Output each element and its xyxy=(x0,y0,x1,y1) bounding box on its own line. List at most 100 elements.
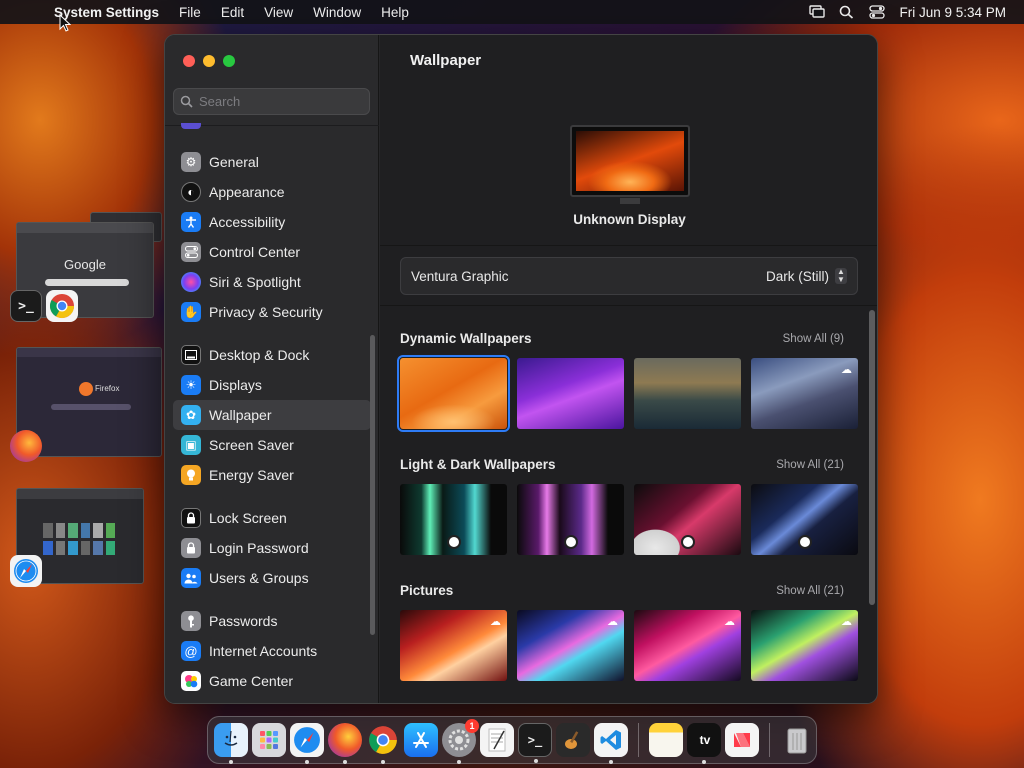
accessibility-icon xyxy=(181,212,201,232)
separator xyxy=(380,245,877,246)
zoom-button[interactable] xyxy=(223,55,235,67)
wallpaper-tile[interactable] xyxy=(634,358,741,429)
appearance-mode-value: Dark (Still) xyxy=(766,268,829,284)
at-icon: @ xyxy=(181,641,201,661)
sidebar-item-label: Internet Accounts xyxy=(209,643,318,659)
sidebar-item-desktop-dock[interactable]: Desktop & Dock xyxy=(173,340,371,370)
notes-icon[interactable] xyxy=(649,723,683,757)
wallpaper-tile[interactable]: ☁ xyxy=(517,610,624,681)
safari-dock-icon[interactable] xyxy=(290,723,324,764)
control-center-icon[interactable] xyxy=(869,5,886,19)
search-icon xyxy=(180,95,193,108)
wallpaper-tile[interactable] xyxy=(517,484,624,555)
menu-file[interactable]: File xyxy=(169,5,211,20)
thumbnail-tabbar xyxy=(17,489,143,499)
sidebar-item-label: Displays xyxy=(209,377,262,393)
section-title: Light & Dark Wallpapers xyxy=(400,457,556,472)
trash-icon[interactable] xyxy=(780,723,814,757)
displays-icon: ☀ xyxy=(181,375,201,395)
sidebar-item-lock-screen[interactable]: Lock Screen xyxy=(173,503,371,533)
sidebar-item-passwords[interactable]: Passwords xyxy=(173,606,371,636)
wallpaper-tile[interactable]: ☁ xyxy=(751,358,858,429)
chrome-dock-icon[interactable] xyxy=(366,723,400,764)
chrome-app-icon[interactable] xyxy=(46,290,78,322)
sidebar-item-label: Wallpaper xyxy=(209,407,272,423)
wallpaper-tile[interactable] xyxy=(400,484,507,555)
wallpaper-tile[interactable] xyxy=(517,358,624,429)
sidebar-item-accessibility[interactable]: Accessibility xyxy=(173,207,371,237)
firefox-dock-icon[interactable] xyxy=(328,723,362,764)
menu-help[interactable]: Help xyxy=(371,5,419,20)
search-input[interactable] xyxy=(199,94,359,109)
menu-window[interactable]: Window xyxy=(303,5,371,20)
game-center-icon xyxy=(181,671,201,691)
sidebar-item-label: Passwords xyxy=(209,613,278,629)
minimize-button[interactable] xyxy=(203,55,215,67)
garageband-icon[interactable] xyxy=(556,723,590,757)
menu-clock[interactable]: Fri Jun 9 5:34 PM xyxy=(899,5,1006,20)
news-icon[interactable] xyxy=(725,723,759,757)
system-settings-dock-icon[interactable]: 1 xyxy=(442,719,479,764)
sidebar-item-label: General xyxy=(209,154,259,170)
sidebar-item-siri-spotlight[interactable]: Siri & Spotlight xyxy=(173,267,371,297)
finder-icon[interactable] xyxy=(214,723,248,764)
launchpad-icon[interactable] xyxy=(252,723,286,757)
users-icon xyxy=(181,568,201,588)
sidebar-item-general[interactable]: ⚙ General xyxy=(173,147,371,177)
show-all-button[interactable]: Show All (9) xyxy=(783,333,844,345)
page-title: Wallpaper xyxy=(410,52,482,69)
sidebar-item-screen-saver[interactable]: ▣ Screen Saver xyxy=(173,430,371,460)
menu-view[interactable]: View xyxy=(254,5,303,20)
sidebar-item-wallpaper[interactable]: ✿ Wallpaper xyxy=(173,400,371,430)
show-all-button[interactable]: Show All (21) xyxy=(776,459,844,471)
terminal-dock-icon[interactable]: >_ xyxy=(518,723,552,763)
menu-edit[interactable]: Edit xyxy=(211,5,254,20)
app-store-icon[interactable] xyxy=(404,723,438,757)
appearance-mode-popup[interactable]: Dark (Still) ▲ ▼ xyxy=(766,268,847,284)
wallpaper-tile[interactable] xyxy=(397,355,510,432)
sidebar-item-privacy-security[interactable]: ✋ Privacy & Security xyxy=(173,297,371,327)
wallpaper-tile[interactable]: ☁ xyxy=(634,610,741,681)
sidebar-item-label: Privacy & Security xyxy=(209,304,323,320)
notification-badge: 1 xyxy=(465,719,479,733)
safari-app-icon[interactable] xyxy=(10,555,42,587)
sidebar-item-label: Desktop & Dock xyxy=(209,347,310,363)
sidebar-item-appearance[interactable]: ◐ Appearance xyxy=(173,177,371,207)
dock-separator xyxy=(638,723,639,757)
sidebar-item-label: Appearance xyxy=(209,184,285,200)
sidebar-item-label: Accessibility xyxy=(209,214,286,230)
vscode-icon[interactable] xyxy=(594,723,628,764)
wallpaper-tile[interactable]: ☁ xyxy=(400,610,507,681)
sidebar-item-internet-accounts[interactable]: @ Internet Accounts xyxy=(173,636,371,666)
dynamic-wallpapers-header: Dynamic Wallpapers Show All (9) xyxy=(400,331,844,346)
main-scrollbar[interactable] xyxy=(869,310,875,605)
thumbnail-tabbar xyxy=(17,223,153,233)
wallpaper-tile[interactable]: ☁ xyxy=(751,610,858,681)
section-title: Pictures xyxy=(400,583,454,598)
spotlight-search-icon[interactable] xyxy=(839,5,855,19)
sidebar-item-users-groups[interactable]: Users & Groups xyxy=(173,563,371,593)
show-all-button[interactable]: Show All (21) xyxy=(776,585,844,597)
firefox-app-icon[interactable] xyxy=(10,430,42,462)
sidebar-item-label: Energy Saver xyxy=(209,467,294,483)
screen-mirroring-icon[interactable] xyxy=(809,5,826,19)
sidebar-item-energy-saver[interactable]: Energy Saver xyxy=(173,460,371,490)
pictures-header: Pictures Show All (21) xyxy=(400,583,844,598)
dock-separator xyxy=(769,723,770,757)
textedit-icon[interactable] xyxy=(480,723,514,757)
close-button[interactable] xyxy=(183,55,195,67)
search-field[interactable] xyxy=(173,88,370,115)
terminal-app-icon[interactable]: >_ xyxy=(10,290,42,322)
sidebar-item-displays[interactable]: ☀ Displays xyxy=(173,370,371,400)
apple-tv-icon[interactable]: tv xyxy=(687,723,721,764)
sidebar-item-control-center[interactable]: Control Center xyxy=(173,237,371,267)
menu-bar: System Settings File Edit View Window He… xyxy=(0,0,1024,24)
sidebar-item-login-password[interactable]: Login Password xyxy=(173,533,371,563)
section-title: Dynamic Wallpapers xyxy=(400,331,532,346)
thumbnail-firefox-text: Firefox xyxy=(95,384,120,393)
wallpaper-tile[interactable] xyxy=(634,484,741,555)
wallpaper-tile[interactable] xyxy=(751,484,858,555)
sidebar-scrollbar[interactable] xyxy=(370,335,375,635)
sidebar-item-game-center[interactable]: Game Center xyxy=(173,666,371,696)
lock-icon xyxy=(181,508,201,528)
